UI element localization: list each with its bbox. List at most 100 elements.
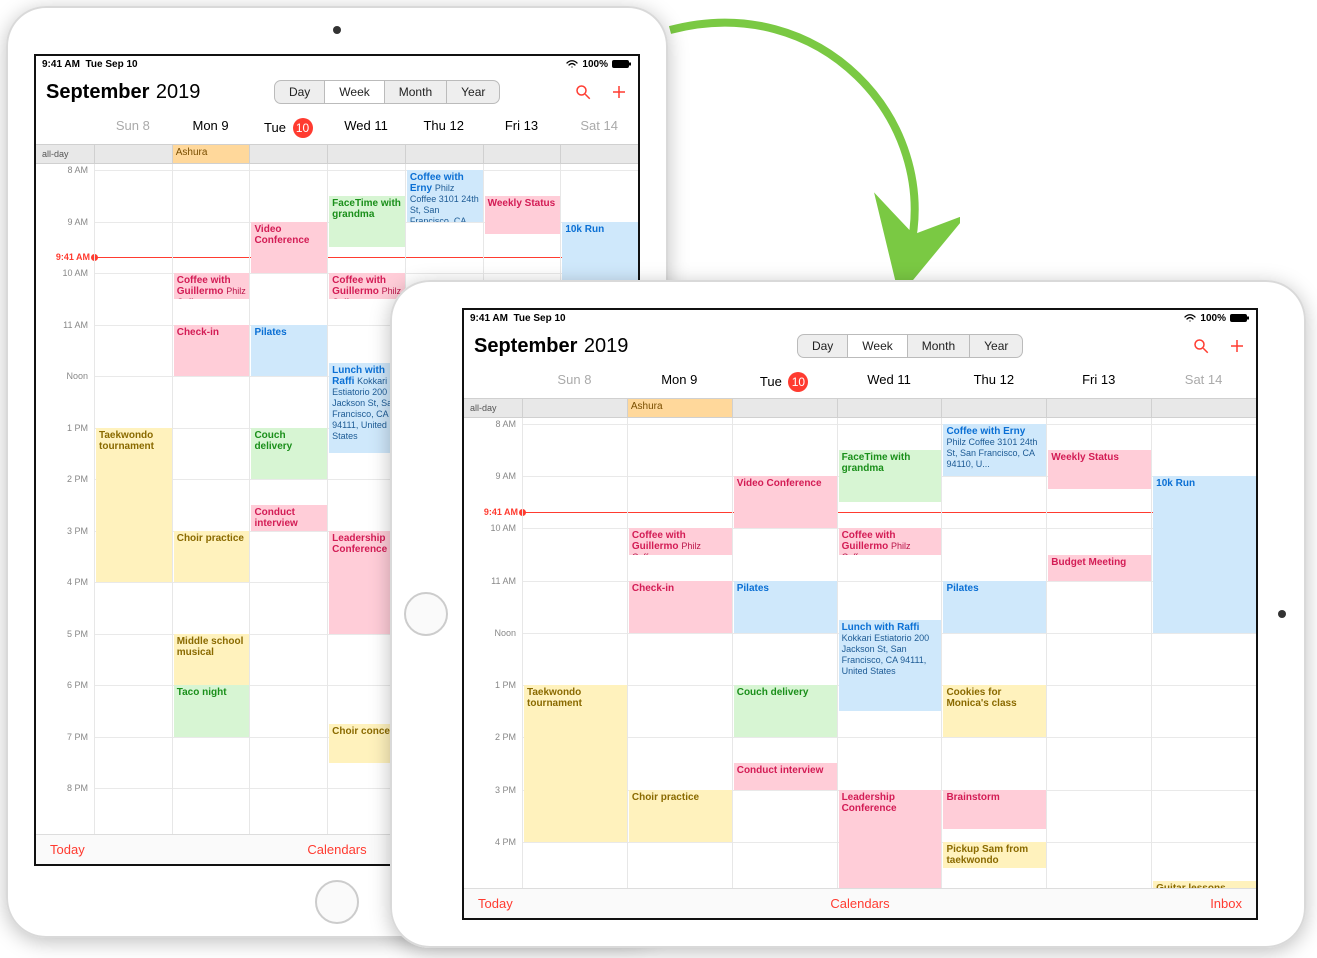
calendar-event[interactable]: Budget Meeting — [1048, 555, 1151, 581]
calendar-event[interactable]: Coffee with Guillermo Philz Coffee — [629, 528, 732, 554]
allday-cell — [941, 399, 1046, 417]
day-header[interactable]: Mon 9 — [627, 366, 732, 398]
hour-label: 9 AM — [67, 217, 88, 227]
day-header[interactable]: Sat 14 — [560, 112, 638, 144]
calendar-event[interactable]: Pilates — [943, 581, 1046, 633]
day-column[interactable]: Video Conference Pilates Couch delivery Con… — [732, 418, 837, 888]
day-header[interactable]: Fri 13 — [483, 112, 561, 144]
calendar-event[interactable]: Coffee with Erny Philz Coffee 3101 24th … — [943, 424, 1046, 476]
seg-week[interactable]: Week — [325, 81, 384, 103]
time-gutter: 8 AM9 AM10 AM11 AMNoon1 PM2 PM3 PM4 PM9:… — [464, 418, 522, 888]
calendar-event[interactable]: Pilates — [251, 325, 327, 377]
calendar-event[interactable]: Taco night — [174, 685, 250, 737]
calendar-grid[interactable]: 8 AM9 AM10 AM11 AMNoon1 PM2 PM3 PM4 PM9:… — [464, 418, 1256, 888]
calendar-event[interactable]: 10k Run — [1153, 476, 1256, 633]
day-column[interactable]: Coffee with Guillermo Philz Coffee Check-… — [627, 418, 732, 888]
day-header[interactable]: Thu 12 — [405, 112, 483, 144]
hour-label: 5 PM — [67, 629, 88, 639]
day-header[interactable]: Mon 9 — [172, 112, 250, 144]
add-icon[interactable] — [1228, 337, 1246, 355]
today-button[interactable]: Today — [478, 896, 513, 911]
day-column[interactable]: Taekwondo tournament — [94, 164, 172, 834]
calendar-event[interactable]: Taekwondo tournament — [96, 428, 172, 583]
seg-day[interactable]: Day — [798, 335, 848, 357]
calendar-event[interactable]: Video Conference — [251, 222, 327, 274]
day-column[interactable]: 10k Run Guitar lessons — [1151, 418, 1256, 888]
day-column[interactable]: FaceTime with grandma Coffee with Guiller… — [837, 418, 942, 888]
allday-label: all-day — [36, 145, 94, 163]
day-header[interactable]: Thu 12 — [941, 366, 1046, 398]
hour-label: 11 AM — [63, 320, 88, 330]
day-header[interactable]: Wed 11 — [327, 112, 405, 144]
day-header[interactable]: Sun 8 — [522, 366, 627, 398]
view-segmented-control[interactable]: DayWeekMonthYear — [274, 80, 500, 104]
search-icon[interactable] — [574, 83, 592, 101]
hour-label: 8 PM — [67, 783, 88, 793]
search-icon[interactable] — [1192, 337, 1210, 355]
calendar-event[interactable]: Conduct interview — [734, 763, 837, 789]
day-column[interactable]: Taekwondo tournament — [522, 418, 627, 888]
calendar-event[interactable]: Leadership Conference — [839, 790, 942, 888]
day-header[interactable]: Sat 14 — [1151, 366, 1256, 398]
calendars-button[interactable]: Calendars — [307, 842, 366, 857]
calendar-event[interactable]: Video Conference — [734, 476, 837, 528]
calendar-event[interactable]: FaceTime with grandma — [839, 450, 942, 502]
day-column[interactable]: Coffee with Guillermo Philz Coffee Check-… — [172, 164, 250, 834]
calendar-event[interactable]: Pilates — [734, 581, 837, 633]
allday-cell[interactable]: Ashura — [172, 145, 250, 163]
allday-cell — [560, 145, 638, 163]
seg-week[interactable]: Week — [848, 335, 907, 357]
day-header[interactable]: Wed 11 — [837, 366, 942, 398]
calendar-event[interactable]: Conduct interview — [251, 505, 327, 531]
seg-year[interactable]: Year — [447, 81, 499, 103]
hour-label: 8 AM — [67, 165, 88, 175]
calendar-event[interactable]: Pickup Sam from taekwondo — [943, 842, 1046, 868]
rotation-arrow — [640, 0, 960, 290]
calendars-button[interactable]: Calendars — [830, 896, 889, 911]
home-button[interactable] — [404, 592, 448, 636]
status-bar: 9:41 AM Tue Sep 10100% — [464, 310, 1256, 326]
home-button[interactable] — [315, 880, 359, 924]
day-column[interactable]: Coffee with Erny Philz Coffee 3101 24th … — [941, 418, 1046, 888]
view-segmented-control[interactable]: DayWeekMonthYear — [797, 334, 1023, 358]
hour-label: 4 PM — [495, 837, 516, 847]
calendar-event[interactable]: Cookies for Monica's class — [943, 685, 1046, 737]
inbox-button[interactable]: Inbox — [1210, 896, 1242, 911]
calendar-event[interactable]: Weekly Status — [485, 196, 561, 235]
seg-month[interactable]: Month — [908, 335, 970, 357]
status-time: 9:41 AM — [470, 313, 508, 324]
time-gutter: 8 AM9 AM10 AM11 AMNoon1 PM2 PM3 PM4 PM5 … — [36, 164, 94, 834]
day-header[interactable]: Fri 13 — [1046, 366, 1151, 398]
calendar-event[interactable]: Taekwondo tournament — [524, 685, 627, 842]
calendar-event[interactable]: Couch delivery — [251, 428, 327, 480]
today-button[interactable]: Today — [50, 842, 85, 857]
seg-day[interactable]: Day — [275, 81, 325, 103]
calendar-event[interactable]: Lunch with Raffi Kokkari Estiatorio 200 … — [839, 620, 942, 711]
calendar-event[interactable]: Coffee with Erny Philz Coffee 3101 24th … — [407, 170, 483, 222]
bottom-toolbar: Today Calendars Inbox — [464, 888, 1256, 918]
calendar-event[interactable]: Coffee with Guillermo Philz Coffee — [839, 528, 942, 554]
status-bar: 9:41 AM Tue Sep 10100% — [36, 56, 638, 72]
day-header[interactable]: Tue 10 — [249, 112, 327, 144]
calendar-event[interactable]: Check-in — [174, 325, 250, 377]
seg-month[interactable]: Month — [385, 81, 447, 103]
calendar-event[interactable]: FaceTime with grandma — [329, 196, 405, 248]
day-column[interactable]: Weekly Status Budget Meeting — [1046, 418, 1151, 888]
allday-cell — [405, 145, 483, 163]
add-icon[interactable] — [610, 83, 628, 101]
day-header[interactable]: Sun 8 — [94, 112, 172, 144]
seg-year[interactable]: Year — [970, 335, 1022, 357]
calendar-event[interactable]: Brainstorm — [943, 790, 1046, 829]
day-column[interactable]: Video Conference Pilates Couch delivery Con… — [249, 164, 327, 834]
calendar-event[interactable]: Couch delivery — [734, 685, 837, 737]
calendar-event[interactable]: Coffee with Guillermo Philz Coffee — [174, 273, 250, 299]
calendar-event[interactable]: Choir practice — [629, 790, 732, 842]
allday-cell[interactable]: Ashura — [627, 399, 732, 417]
day-header[interactable]: Tue 10 — [732, 366, 837, 398]
calendar-event[interactable]: Choir practice — [174, 531, 250, 583]
calendar-event[interactable]: Guitar lessons — [1153, 881, 1256, 888]
calendar-event[interactable]: Check-in — [629, 581, 732, 633]
calendar-event[interactable]: Weekly Status — [1048, 450, 1151, 489]
calendar-event[interactable]: Coffee with Guillermo Philz Coffee — [329, 273, 405, 299]
allday-cell — [837, 399, 942, 417]
